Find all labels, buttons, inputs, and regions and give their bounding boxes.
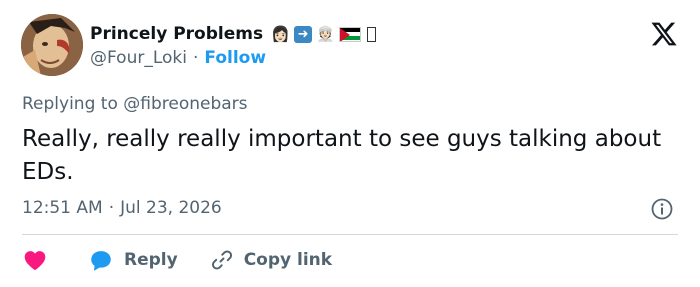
handle-separator: ·	[192, 48, 199, 68]
avatar-image	[21, 14, 83, 76]
replying-to: Replying to @fibreonebars	[22, 94, 248, 114]
replying-to-prefix: Replying to	[22, 94, 118, 114]
follow-button[interactable]: Follow	[204, 48, 266, 68]
copy-link-label: Copy link	[243, 250, 333, 270]
woman-emoji-icon: 👩🏻	[271, 24, 290, 43]
info-icon[interactable]	[650, 197, 674, 221]
author-handle-row: @Four_Loki · Follow	[90, 48, 266, 68]
tweet-timestamp[interactable]: 12:51 AM · Jul 23, 2026	[22, 198, 222, 218]
x-logo-icon[interactable]	[650, 20, 678, 48]
palestine-flag-icon	[339, 26, 362, 42]
copy-link-button[interactable]: Copy link	[210, 248, 332, 272]
reply-button[interactable]: Reply	[88, 247, 178, 273]
turban-person-emoji-icon: 👳🏻	[316, 24, 335, 43]
tweet-text: Really, really really important to see g…	[22, 126, 662, 185]
display-name[interactable]: Princely Problems	[90, 24, 263, 44]
missing-glyph-icon	[367, 26, 377, 42]
reply-bubble-icon	[91, 251, 111, 271]
tweet-time: 12:51 AM	[22, 198, 103, 218]
divider	[22, 234, 678, 235]
reply-label: Reply	[124, 250, 178, 270]
author-name-row: Princely Problems 👩🏻 ➜ 👳🏻	[90, 22, 377, 46]
name-emojis: 👩🏻 ➜ 👳🏻	[271, 24, 377, 43]
replying-to-mention[interactable]: @fibreonebars	[123, 94, 247, 114]
link-icon	[211, 250, 232, 270]
author-handle[interactable]: @Four_Loki	[90, 48, 187, 68]
action-bar: Reply Copy link	[22, 246, 332, 274]
tweet-date: Jul 23, 2026	[120, 198, 222, 218]
heart-icon[interactable]	[22, 247, 48, 273]
timestamp-separator: ·	[108, 198, 115, 218]
avatar[interactable]	[21, 14, 83, 76]
right-arrow-emoji-icon: ➜	[294, 25, 313, 43]
